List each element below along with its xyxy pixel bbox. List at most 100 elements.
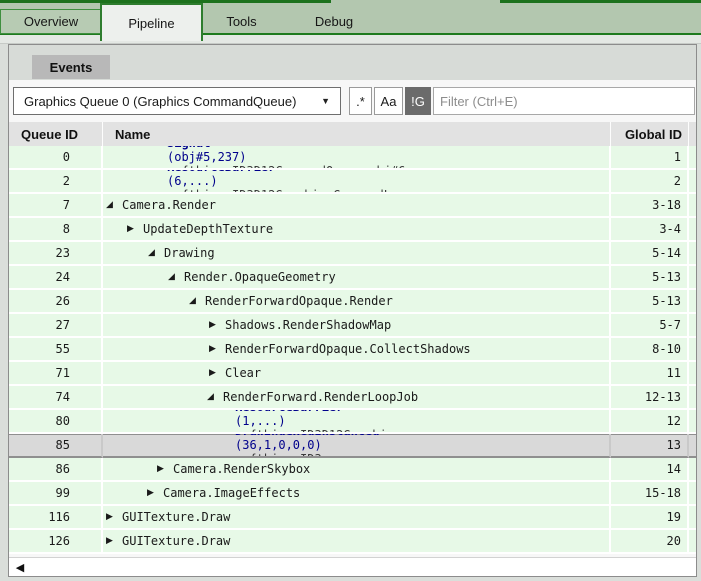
event-name: GUITexture.Draw bbox=[122, 510, 230, 524]
event-row[interactable]: 2 ResourceBarrier(6,...) {this->ID3D12Gra… bbox=[9, 170, 696, 194]
collapse-arrow-icon[interactable]: ▶ bbox=[157, 464, 164, 474]
event-row[interactable]: 8▶UpdateDepthTexture3-4 bbox=[9, 218, 696, 242]
event-row[interactable]: 0 Signal(obj#5,237) {this->ID3D12CommandQ… bbox=[9, 146, 696, 170]
event-row[interactable]: 80ResourceBarrier(1,...) {this->ID3D12Gr… bbox=[9, 410, 696, 434]
event-name: ResourceBarrier(1,...) {this->ID3D12Grap… bbox=[235, 410, 394, 434]
header-queue-id: Queue ID bbox=[9, 122, 103, 146]
event-name: RenderForwardOpaque.CollectShadows bbox=[225, 342, 471, 356]
global-id-cell: 19 bbox=[611, 506, 689, 530]
global-id-cell: 3-4 bbox=[611, 218, 689, 242]
chevron-down-icon: ▼ bbox=[321, 96, 330, 106]
event-name-cell: ▶ Camera.ImageEffects bbox=[103, 482, 611, 506]
event-row[interactable]: 55 ▶ RenderForwardOpaque.CollectShadows 8-1… bbox=[9, 338, 696, 362]
glob-toggle-button[interactable]: !G bbox=[405, 87, 431, 115]
row-spacer bbox=[689, 458, 696, 482]
event-name-cell: ◢RenderForward.RenderLoopJob bbox=[103, 386, 611, 410]
event-row[interactable]: 27▶Shadows.RenderShadowMap5-7 bbox=[9, 314, 696, 338]
row-spacer bbox=[689, 194, 696, 218]
global-id-cell: 2 bbox=[611, 170, 689, 194]
events-panel-tab[interactable]: Events bbox=[32, 55, 110, 79]
header-global-id: Global ID bbox=[611, 122, 689, 146]
event-row[interactable]: 24 ◢ Render.OpaqueGeometry 5-13 bbox=[9, 266, 696, 290]
global-id-cell: 8-10 bbox=[611, 338, 689, 362]
global-id-cell: 1 bbox=[611, 146, 689, 170]
scroll-left-arrow-icon[interactable]: ◀ bbox=[13, 560, 27, 575]
event-name: ResourceBarrier(6,...) {this->ID3D12Grap… bbox=[167, 170, 391, 194]
event-name: Clear bbox=[225, 366, 261, 380]
queue-id-cell: 86 bbox=[9, 458, 103, 482]
event-name-cell: ▶ GUITexture.Draw bbox=[103, 506, 611, 530]
event-row[interactable]: 116▶GUITexture.Draw19 bbox=[9, 506, 696, 530]
event-name: Render.OpaqueGeometry bbox=[184, 270, 336, 284]
expand-arrow-icon[interactable]: ◢ bbox=[148, 248, 155, 258]
global-id-cell: 5-7 bbox=[611, 314, 689, 338]
header-name: Name bbox=[103, 122, 611, 146]
horizontal-scrollbar[interactable]: ◀ bbox=[9, 557, 696, 576]
collapse-arrow-icon[interactable]: ▶ bbox=[106, 512, 113, 522]
global-id-cell: 20 bbox=[611, 530, 689, 554]
collapse-arrow-icon[interactable]: ▶ bbox=[127, 224, 134, 234]
queue-id-cell: 23 bbox=[9, 242, 103, 266]
queue-id-cell: 55 bbox=[9, 338, 103, 362]
event-name: RenderForwardOpaque.Render bbox=[205, 294, 393, 308]
event-name-cell: ◢Camera.Render bbox=[103, 194, 611, 218]
tab-pipeline[interactable]: Pipeline bbox=[100, 3, 203, 41]
collapse-arrow-icon[interactable]: ▶ bbox=[147, 488, 154, 498]
row-spacer bbox=[689, 170, 696, 194]
event-name: Signal(obj#5,237) {this->ID3D12CommandQu… bbox=[167, 146, 427, 170]
expand-arrow-icon[interactable]: ◢ bbox=[106, 200, 113, 210]
event-row[interactable]: 86▶Camera.RenderSkybox14 bbox=[9, 458, 696, 482]
event-name-cell: ◢ Render.OpaqueGeometry bbox=[103, 266, 611, 290]
global-id-cell: 15-18 bbox=[611, 482, 689, 506]
expand-arrow-icon[interactable]: ◢ bbox=[189, 296, 196, 306]
event-table-header: Queue ID Name Global ID bbox=[9, 122, 696, 146]
global-id-cell: 3-18 bbox=[611, 194, 689, 218]
queue-id-cell: 71 bbox=[9, 362, 103, 386]
case-sensitive-toggle-button[interactable]: Aa bbox=[374, 87, 403, 115]
event-row[interactable]: 23◢Drawing5-14 bbox=[9, 242, 696, 266]
queue-id-cell: 85 bbox=[9, 434, 103, 458]
api-call-args: (obj#5,237) bbox=[167, 150, 427, 164]
event-name: Camera.ImageEffects bbox=[163, 486, 300, 500]
header-spacer bbox=[689, 122, 696, 146]
expand-arrow-icon[interactable]: ◢ bbox=[207, 392, 214, 402]
collapse-arrow-icon[interactable]: ▶ bbox=[209, 320, 216, 330]
event-row[interactable]: 126▶GUITexture.Draw20 bbox=[9, 530, 696, 554]
tab-overview[interactable]: Overview bbox=[0, 9, 102, 34]
event-row[interactable]: 26 ◢ RenderForwardOpaque.Render 5-13 bbox=[9, 290, 696, 314]
row-spacer bbox=[689, 314, 696, 338]
collapse-arrow-icon[interactable]: ▶ bbox=[106, 536, 113, 546]
regex-toggle-button[interactable]: .* bbox=[349, 87, 372, 115]
collapse-arrow-icon[interactable]: ▶ bbox=[209, 368, 216, 378]
tab-tools[interactable]: Tools bbox=[203, 9, 280, 34]
top-edge-accent-right bbox=[500, 0, 701, 3]
queue-id-cell: 2 bbox=[9, 170, 103, 194]
event-name-cell: ▶UpdateDepthTexture bbox=[103, 218, 611, 242]
queue-select-dropdown[interactable]: Graphics Queue 0 (Graphics CommandQueue)… bbox=[13, 87, 341, 115]
event-row[interactable]: 71▶Clear11 bbox=[9, 362, 696, 386]
global-id-cell: 5-13 bbox=[611, 266, 689, 290]
event-row[interactable]: 99▶Camera.ImageEffects15-18 bbox=[9, 482, 696, 506]
row-spacer bbox=[689, 530, 696, 554]
row-spacer bbox=[689, 242, 696, 266]
api-call-args: (6,...) bbox=[167, 174, 391, 188]
event-name: Camera.RenderSkybox bbox=[173, 462, 310, 476]
global-id-cell: 5-13 bbox=[611, 290, 689, 314]
expand-arrow-icon[interactable]: ◢ bbox=[168, 272, 175, 282]
event-name: Drawing bbox=[164, 246, 215, 260]
event-row[interactable]: 74◢RenderForward.RenderLoopJob12-13 bbox=[9, 386, 696, 410]
event-name-cell: ▶GUITexture.Draw bbox=[103, 530, 611, 554]
event-row[interactable]: 7◢Camera.Render3-18 bbox=[9, 194, 696, 218]
queue-id-cell: 24 bbox=[9, 266, 103, 290]
queue-id-cell: 0 bbox=[9, 146, 103, 170]
row-spacer bbox=[689, 362, 696, 386]
filter-input[interactable] bbox=[433, 87, 695, 115]
event-name-cell: ▶ Camera.RenderSkybox bbox=[103, 458, 611, 482]
event-name: DrawIndexedInstanced(36,1,0,0,0) {this->… bbox=[235, 434, 380, 458]
event-name: Shadows.RenderShadowMap bbox=[225, 318, 391, 332]
queue-id-cell: 26 bbox=[9, 290, 103, 314]
collapse-arrow-icon[interactable]: ▶ bbox=[209, 344, 216, 354]
event-row[interactable]: 85 DrawIndexedInstanced(36,1,0,0,0) {this… bbox=[9, 434, 696, 458]
tab-debug[interactable]: Debug bbox=[280, 9, 388, 34]
events-panel: Graphics Queue 0 (Graphics CommandQueue)… bbox=[8, 44, 697, 577]
